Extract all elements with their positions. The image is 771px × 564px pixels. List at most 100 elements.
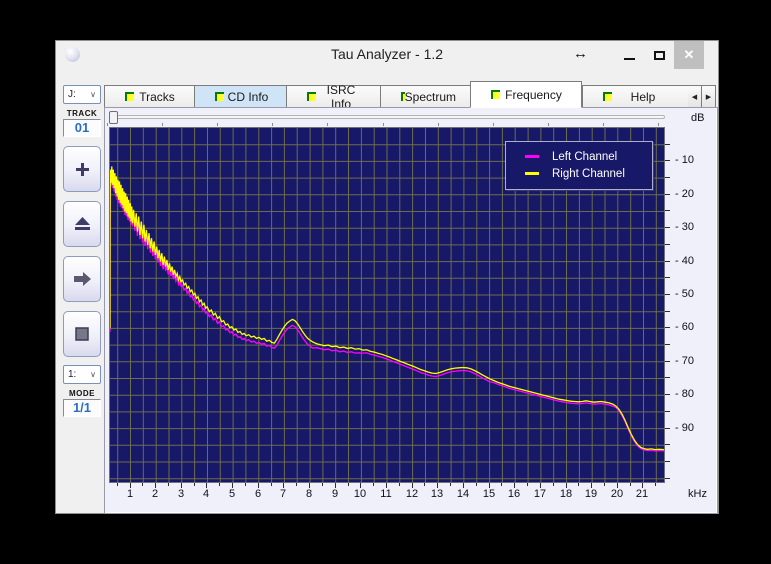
legend: Left Channel Right Channel [505,141,653,190]
y-tick-label: - 30 [675,221,694,233]
y-tick-label: - 20 [675,188,694,200]
track-number-value: 01 [63,119,101,137]
x-tick-label: 13 [430,488,444,500]
plus-icon [74,161,91,178]
scroll-right-button[interactable]: ▶ [702,85,716,108]
legend-line-swatch [525,172,539,175]
x-tick [604,483,605,486]
app-window: Tau Analyzer - 1.2 ↔ ✕ Tracks CD Info ISRC… [55,40,719,514]
y-tick [665,444,670,445]
stop-button[interactable] [63,311,101,357]
x-tick [578,483,579,486]
x-tick [322,483,323,486]
tab-page-icon [603,92,612,101]
x-tick-label: 3 [177,488,185,500]
legend-label: Left Channel [552,150,618,163]
arrow-right-icon: ▶ [705,93,712,101]
mode-label: MODE [69,389,95,398]
tab-help[interactable]: Help [582,85,688,108]
y-axis-unit-label: dB [691,112,705,124]
sidebar: J: ∨ TRACK 01 1: ∨ MODE 1/1 [63,85,101,417]
y-tick-label: - 60 [675,321,694,333]
x-tick [399,483,400,486]
y-tick [665,361,670,362]
scroll-left-button[interactable]: ◀ [688,85,702,108]
y-tick-label: - 50 [675,288,694,300]
legend-entry: Left Channel [506,148,652,165]
drive-select-combo[interactable]: J: ∨ [63,85,101,104]
x-tick-label: 2 [151,488,159,500]
tab-page-icon [491,90,500,99]
add-button[interactable] [63,146,101,192]
legend-entry: Right Channel [506,165,652,182]
x-tick [476,483,477,486]
maximize-button[interactable] [644,41,674,69]
chevron-down-icon: ∨ [90,90,96,99]
frequency-panel: Left Channel Right Channel - 10- 20- 30- … [104,107,718,514]
y-tick [665,344,670,345]
x-tick-label: 11 [380,488,392,500]
y-tick-label: - 40 [675,255,694,267]
x-tick [630,483,631,486]
tab-page-icon [307,92,316,101]
arrow-left-icon: ◀ [691,93,698,101]
mode-combo-label: 1: [68,369,77,380]
x-tick [117,483,118,486]
drive-combo-label: J: [68,89,76,100]
x-tick-label: 4 [202,488,210,500]
tab-label: Tracks [139,89,175,104]
y-tick [665,177,670,178]
x-tick [424,483,425,486]
x-tick-label: 19 [584,488,598,500]
x-tick-label: 15 [482,488,496,500]
x-tick [373,483,374,486]
tab-isrc-info[interactable]: ISRC Info [286,83,380,111]
y-tick [665,311,670,312]
x-tick [553,483,554,486]
x-tick [168,483,169,486]
y-tick [665,327,670,328]
stop-icon [75,327,89,341]
minimize-button[interactable] [614,41,644,69]
x-tick [450,483,451,486]
minimize-icon [623,58,635,60]
legend-line-swatch [525,155,539,158]
x-tick [142,483,143,486]
x-tick-label: 6 [254,488,262,500]
x-tick-label: 12 [405,488,419,500]
mode-value: 1/1 [63,399,101,417]
y-tick [665,210,670,211]
x-tick [296,483,297,486]
y-tick [665,411,670,412]
mode-select-combo[interactable]: 1: ∨ [63,365,101,384]
x-tick-label: 9 [331,488,339,500]
tab-strip: Tracks CD Info ISRC Info Spectrum Frequency H… [104,81,716,111]
x-tick [527,483,528,486]
x-tick-label: 17 [533,488,547,500]
title-bar[interactable]: Tau Analyzer - 1.2 ↔ ✕ [56,41,718,69]
chevron-down-icon: ∨ [90,370,96,379]
y-tick [665,461,670,462]
y-axis: - 10 - 20 - 30 - 40 - 50 - 60 - 70 - 80 - 90 [665,127,719,483]
tab-spectrum[interactable]: Spectrum [380,85,470,108]
next-button[interactable] [63,256,101,302]
x-tick-label: 14 [456,488,470,500]
y-tick-label: - 90 [675,422,694,434]
x-tick [655,483,656,486]
y-tick-label: - 80 [675,388,694,400]
y-tick [665,294,670,295]
x-tick-label: 7 [279,488,287,500]
x-tick-label: 20 [610,488,624,500]
slider-track[interactable] [109,115,665,119]
resize-arrows-icon: ↔ [573,45,588,62]
tab-tracks[interactable]: Tracks [104,85,194,108]
legend-label: Right Channel [552,167,625,180]
tab-frequency[interactable]: Frequency [470,81,582,108]
y-tick-label: - 70 [675,355,694,367]
tab-cd-info[interactable]: CD Info [194,85,286,108]
y-tick [665,377,670,378]
close-button[interactable]: ✕ [674,41,704,69]
y-tick [665,194,670,195]
eject-button[interactable] [63,201,101,247]
tab-label: Spectrum [404,89,456,104]
